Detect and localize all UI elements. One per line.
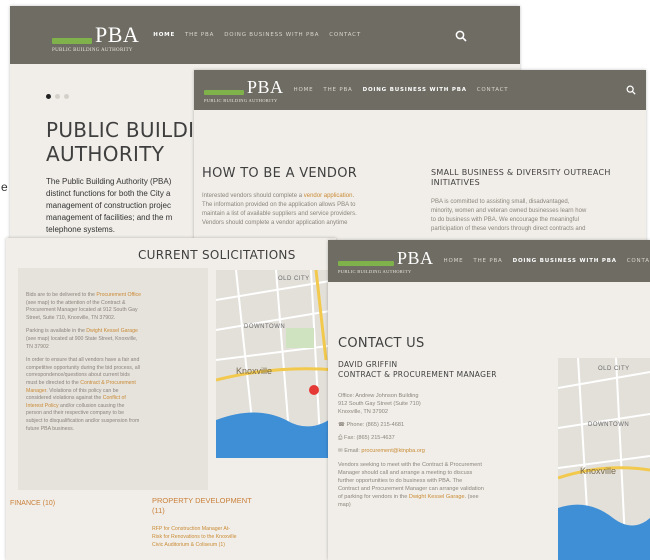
nav-contact[interactable]: CONTACT (627, 258, 650, 264)
navbar: PBA PUBLIC BUILDING AUTHORITY HOME THE P… (328, 240, 650, 282)
nav-the-pba[interactable]: THE PBA (323, 87, 352, 93)
property-development-category[interactable]: PROPERTY DEVELOPMENT (11) (152, 496, 252, 516)
nav-doing-business[interactable]: DOING BUSINESS WITH PBA (224, 32, 319, 38)
nav-home[interactable]: HOME (153, 32, 175, 38)
logo[interactable]: PBA PUBLIC BUILDING AUTHORITY (52, 22, 139, 53)
nav-contact[interactable]: CONTACT (477, 87, 509, 93)
nav-home[interactable]: HOME (294, 87, 314, 93)
outreach-body: PBA is committed to assisting small, dis… (431, 199, 587, 232)
contact-screenshot: PBA PUBLIC BUILDING AUTHORITY HOME THE P… (328, 240, 650, 560)
vendor-application-link[interactable]: vendor application (304, 193, 353, 199)
rfp-item-link[interactable]: RFP for Construction Manager At- Risk fo… (152, 525, 236, 549)
nav-the-pba[interactable]: THE PBA (473, 258, 502, 264)
map-label-downtown: DOWNTOWN (244, 324, 286, 330)
logo[interactable]: PBA PUBLIC BUILDING AUTHORITY (204, 77, 284, 103)
logo-roofline (52, 37, 92, 44)
navbar: PBA PUBLIC BUILDING AUTHORITY HOME THE P… (194, 70, 646, 110)
procurement-office-link[interactable]: Procurement Office (96, 292, 141, 298)
conflict-of-interest-link[interactable]: Conflict of (103, 395, 126, 401)
solicitations-title: CURRENT SOLICITATIONS (138, 248, 296, 262)
search-icon[interactable] (455, 30, 467, 42)
contact-person: DAVID GRIFFIN CONTRACT & PROCUREMENT MAN… (338, 360, 497, 379)
map-label-downtown: DOWNTOWN (588, 422, 630, 428)
search-icon[interactable] (626, 85, 636, 95)
nav-doing-business[interactable]: DOING BUSINESS WITH PBA (513, 258, 617, 264)
map-label-old-city: OLD CITY (598, 366, 630, 372)
home-intro: The Public Building Authority (PBA) dist… (46, 177, 173, 234)
edge-letter: e (1, 180, 8, 194)
brand-tagline: PUBLIC BUILDING AUTHORITY (52, 47, 133, 53)
contact-map[interactable]: OLD CITY DOWNTOWN Knoxville (558, 358, 650, 560)
email-link[interactable]: procurement@ktnpba.org (361, 448, 425, 454)
vendor-title: HOW TO BE A VENDOR (202, 166, 358, 181)
navbar: PBA PUBLIC BUILDING AUTHORITY HOME THE P… (10, 6, 520, 64)
location-map[interactable]: OLD CITY DOWNTOWN Knoxville (216, 270, 336, 458)
brand-tagline: PUBLIC BUILDING AUTHORITY (204, 98, 278, 103)
contract-manager-link[interactable]: Contract & Procurement (80, 380, 136, 386)
brand-tagline: PUBLIC BUILDING AUTHORITY (338, 269, 412, 274)
map-graphic (216, 270, 336, 458)
collage-stage: PBA PUBLIC BUILDING AUTHORITY HOME THE P… (0, 0, 650, 560)
vendor-body: Interested vendors should complete a ven… (202, 193, 357, 226)
brand-name: PBA (95, 21, 140, 47)
phone-icon: ☎ (338, 422, 347, 428)
logo-roofline (204, 90, 244, 95)
map-label-knoxville: Knoxville (580, 466, 617, 476)
carousel-dot[interactable] (55, 94, 60, 99)
logo[interactable]: PBA PUBLIC BUILDING AUTHORITY (338, 248, 434, 274)
nav-contact[interactable]: CONTACT (329, 32, 361, 38)
map-graphic (558, 358, 650, 560)
carousel-dot-active[interactable] (46, 94, 51, 99)
solicitations-screenshot: CURRENT SOLICITATIONS Bids are to be del… (6, 238, 336, 560)
carousel-dots[interactable] (46, 94, 69, 99)
map-pin-icon (309, 385, 319, 395)
nav-the-pba[interactable]: THE PBA (185, 32, 214, 38)
carousel-dot[interactable] (64, 94, 69, 99)
finance-category[interactable]: FINANCE (10) (10, 500, 55, 507)
nav-doing-business[interactable]: DOING BUSINESS WITH PBA (363, 87, 467, 93)
outreach-title: SMALL BUSINESS & DIVERSITY OUTREACH INIT… (431, 168, 611, 187)
map-label-knoxville: Knoxville (236, 366, 273, 376)
brand-name: PBA (247, 77, 284, 97)
brand-name: PBA (397, 248, 434, 268)
dwight-kessel-garage-link[interactable]: Dwight Kessel Garage (86, 328, 138, 334)
nav-home[interactable]: HOME (444, 258, 464, 264)
fax-number: Fax: (865) 215-4637 (344, 435, 395, 441)
contact-title: CONTACT US (338, 336, 425, 351)
phone-number[interactable]: Phone: (865) 215-4681 (347, 422, 405, 428)
garage-link[interactable]: Dwight Kessel Garage (409, 494, 465, 500)
solicitations-info: Bids are to be delivered to the Procurem… (26, 292, 141, 432)
map-label-old-city: OLD CITY (278, 276, 310, 282)
logo-roofline (338, 261, 394, 266)
contact-details: Office: Andrew Johnson Building 912 Sout… (338, 393, 484, 508)
